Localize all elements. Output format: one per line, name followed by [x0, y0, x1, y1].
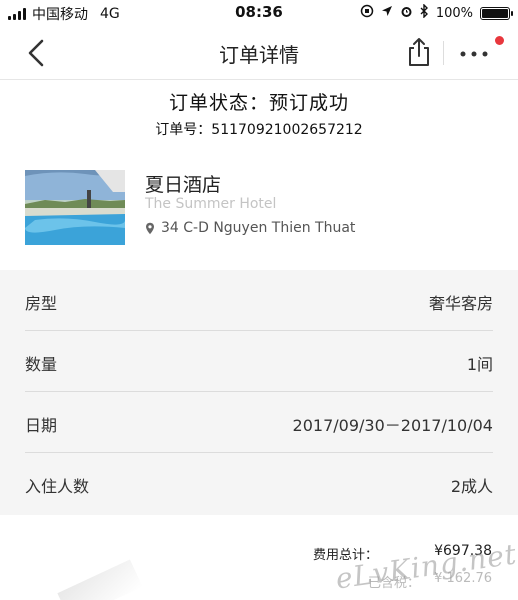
detail-row-dates: 日期 2017/09/30－2017/10/04 — [25, 392, 493, 453]
fee-total-value: ¥697.38 — [434, 543, 492, 559]
detail-value: 2成人 — [450, 477, 493, 496]
location-pin-icon — [146, 222, 154, 234]
battery-percent: 100% — [435, 5, 473, 21]
hotel-name-en: The Summer Hotel — [145, 196, 277, 212]
nav-bar: 订单详情 — [0, 26, 518, 80]
order-detail-screen: 中国移动 4G 08:36 100% 订单详情 订单状态：预订成功 订单号：51… — [0, 0, 518, 600]
more-button[interactable] — [458, 44, 490, 64]
detail-value: 1间 — [466, 355, 493, 374]
decorative-sheen — [57, 559, 143, 600]
detail-row-guests: 入住人数 2成人 — [25, 453, 493, 514]
order-number-label: 订单号： — [155, 122, 212, 138]
notification-dot — [495, 36, 504, 45]
hotel-photo — [25, 170, 125, 245]
share-button[interactable] — [406, 36, 432, 68]
order-status: 订单状态：预订成功 — [168, 92, 349, 114]
location-arrow-icon — [381, 5, 393, 21]
page-title: 订单详情 — [219, 43, 299, 67]
detail-row-quantity: 数量 1间 — [25, 331, 493, 392]
tax-label: 已含税： — [368, 576, 421, 591]
tax-value: ¥ 162.76 — [434, 571, 492, 586]
status-bar: 中国移动 4G 08:36 100% — [0, 0, 518, 26]
detail-label: 数量 — [25, 355, 58, 374]
order-number: 51170921002657212 — [211, 122, 363, 138]
booking-details: 房型 奢华客房 数量 1间 日期 2017/09/30－2017/10/04 入… — [0, 270, 518, 515]
detail-row-room-type: 房型 奢华客房 — [25, 270, 493, 331]
order-number-row: 订单号：51170921002657212 — [0, 119, 518, 139]
detail-label: 日期 — [25, 416, 58, 435]
fee-total-label: 费用总计： — [313, 548, 379, 563]
alarm-icon — [400, 5, 413, 22]
fee-summary: 费用总计： ¥697.38 已含税： ¥ 162.76 eLvKing.net — [0, 515, 518, 600]
detail-label: 入住人数 — [25, 477, 90, 496]
hotel-address-row: 34 C-D Nguyen Thien Thuat — [145, 220, 355, 236]
status-right: 100% — [360, 3, 513, 22]
detail-value: 奢华客房 — [428, 294, 493, 313]
bluetooth-icon — [420, 3, 429, 22]
hotel-name: 夏日酒店 — [145, 174, 222, 196]
rotation-lock-icon — [360, 4, 374, 22]
detail-label: 房型 — [25, 294, 58, 313]
nav-divider — [443, 41, 444, 65]
hotel-address: 34 C-D Nguyen Thien Thuat — [161, 220, 356, 236]
hotel-card[interactable]: 夏日酒店 The Summer Hotel 34 C-D Nguyen Thie… — [0, 156, 518, 270]
more-dots-icon — [460, 51, 488, 57]
order-header: 订单状态：预订成功 订单号：51170921002657212 — [0, 88, 518, 139]
share-icon — [409, 38, 429, 66]
battery-icon — [480, 6, 513, 20]
detail-value: 2017/09/30－2017/10/04 — [292, 416, 493, 435]
